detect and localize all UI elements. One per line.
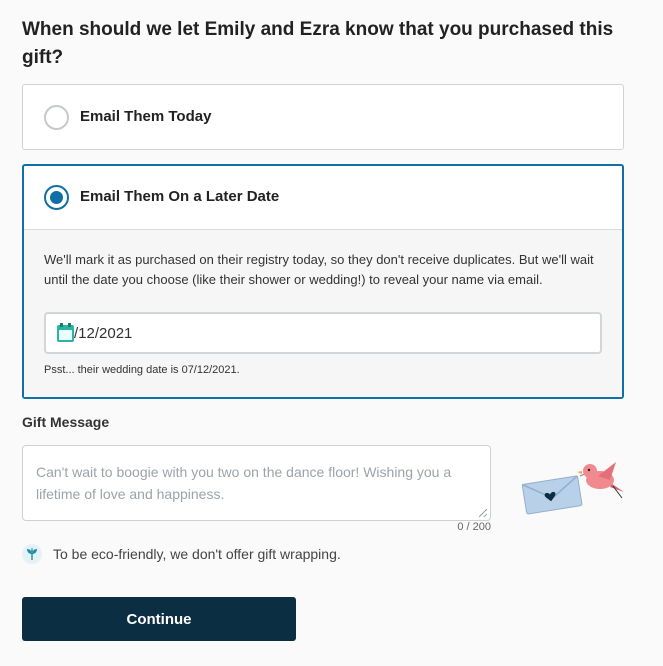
resize-handle-icon[interactable] [479, 509, 487, 517]
option-email-today[interactable]: Email Them Today [22, 84, 624, 150]
gift-message-placeholder: Can't wait to boogie with you two on the… [36, 464, 452, 502]
continue-button[interactable]: Continue [22, 597, 296, 641]
date-input-value: /12/2021 [74, 324, 133, 342]
option-email-today-label: Email Them Today [80, 108, 212, 125]
calendar-icon[interactable] [57, 322, 74, 342]
wedding-date-note: Psst... their wedding date is 07/12/2021… [44, 364, 240, 376]
character-count: 0 / 200 [457, 521, 491, 533]
envelope-bird-illustration [521, 462, 624, 515]
option-email-later[interactable]: Email Them On a Later Date We'll mark it… [22, 164, 624, 399]
option-email-later-label: Email Them On a Later Date [80, 188, 280, 205]
radio-email-later[interactable] [44, 185, 69, 210]
leaf-icon [22, 544, 42, 564]
radio-email-today[interactable] [44, 105, 69, 130]
option-email-later-header[interactable]: Email Them On a Later Date [24, 166, 622, 230]
date-input[interactable]: /12/2021 [44, 312, 602, 354]
later-date-panel: We'll mark it as purchased on their regi… [24, 230, 622, 397]
eco-note-text: To be eco-friendly, we don't offer gift … [53, 546, 341, 562]
later-date-description: We'll mark it as purchased on their regi… [44, 252, 594, 287]
gift-notification-form: When should we let Emily and Ezra know t… [0, 0, 663, 666]
option-email-today-header[interactable]: Email Them Today [23, 85, 623, 151]
eco-note: To be eco-friendly, we don't offer gift … [22, 543, 341, 565]
question-heading: When should we let Emily and Ezra know t… [22, 19, 614, 68]
gift-message-textarea[interactable]: Can't wait to boogie with you two on the… [22, 445, 491, 521]
gift-message-label: Gift Message [22, 414, 110, 430]
